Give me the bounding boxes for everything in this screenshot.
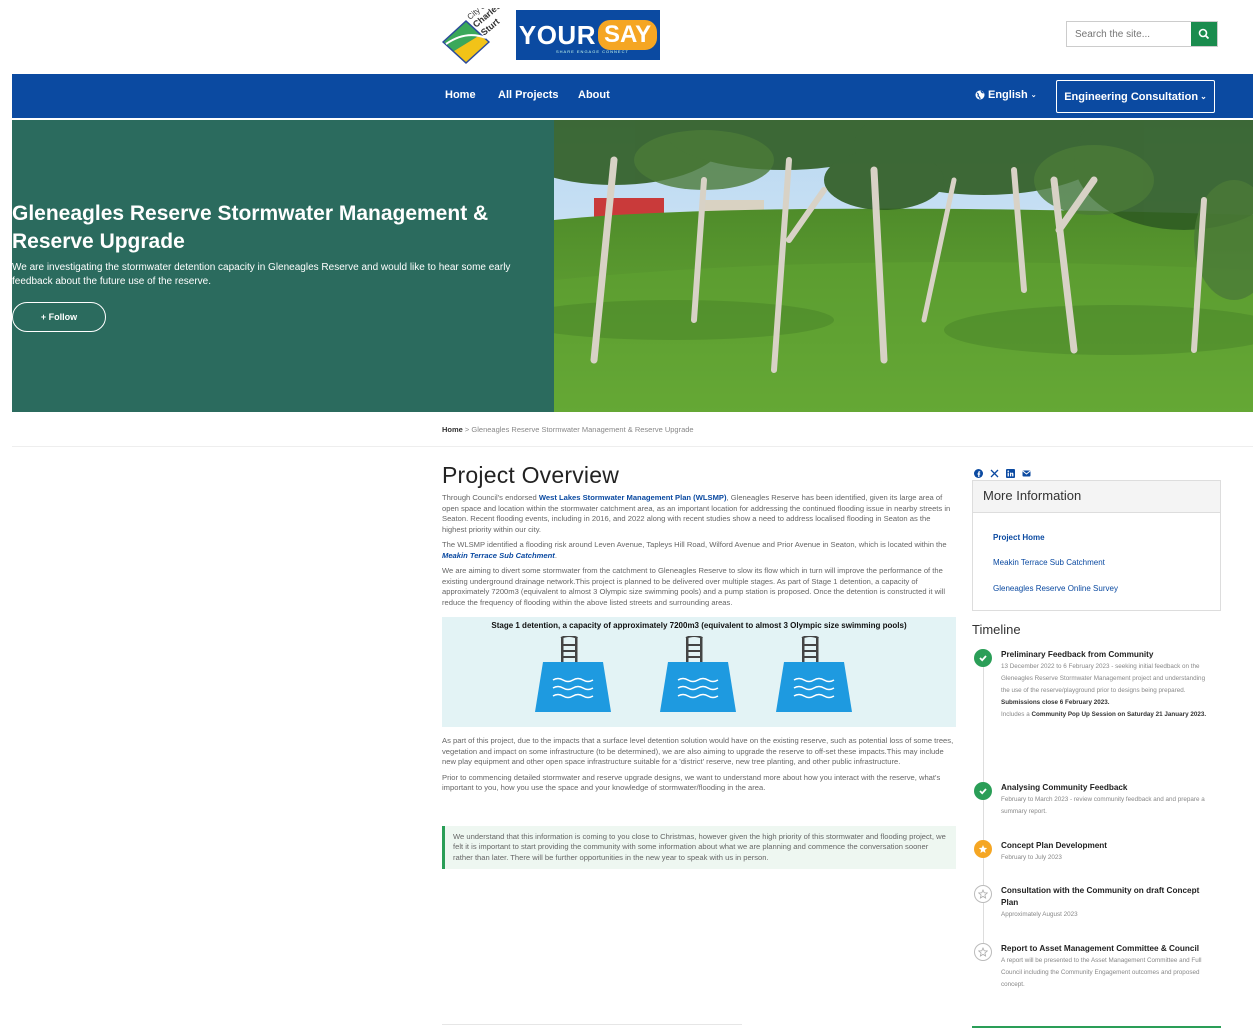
logo-your: YOUR [518, 19, 596, 50]
timeline-item-note: Submissions close 6 February 2023. [1001, 699, 1110, 706]
follow-button[interactable]: + Follow [12, 302, 106, 332]
check-icon [974, 782, 992, 800]
timeline-item-desc: A report will be presented to the Asset … [1001, 957, 1202, 988]
timeline-item-title: Preliminary Feedback from Community [1001, 650, 1154, 659]
stage-title: Stage 1 detention, a capacity of approxi… [491, 621, 907, 630]
facebook-icon[interactable] [974, 465, 983, 478]
timeline-item-desc: Approximately August 2023 [1001, 911, 1078, 918]
link-online-survey[interactable]: Gleneagles Reserve Online Survey [993, 584, 1118, 593]
pool-ladder-icon [535, 636, 611, 712]
yoursay-logo[interactable]: YOUR SAY SHARE ENGAGE CONNECT [516, 10, 660, 60]
notice-callout: We understand that this information is c… [442, 825, 956, 869]
paragraph-1: Through Council's endorsed West Lakes St… [442, 493, 956, 535]
check-icon [974, 649, 992, 667]
timeline-item-title: Consultation with the Community on draft… [1001, 886, 1200, 907]
timeline-item-desc: February to July 2023 [1001, 854, 1062, 861]
p2-text-a: The WLSMP identified a flooding risk aro… [442, 540, 947, 549]
main-content: Project Overview Through Council's endor… [442, 462, 956, 869]
chevron-down-icon: ⌄ [1200, 92, 1207, 101]
breadcrumb-current: Gleneagles Reserve Stormwater Management… [471, 425, 694, 434]
pool-ladder-icon [660, 636, 736, 712]
wlsmp-link[interactable]: West Lakes Stormwater Management Plan (W… [539, 493, 727, 502]
link-project-home[interactable]: Project Home [993, 533, 1045, 542]
timeline-item-desc: February to March 2023 - review communit… [1001, 796, 1205, 815]
timeline-title: Timeline [972, 622, 1021, 637]
hero-panel: Gleneagles Reserve Stormwater Management… [12, 120, 554, 412]
email-icon[interactable] [1022, 465, 1031, 477]
search-button[interactable] [1191, 22, 1217, 46]
hero-title: Gleneagles Reserve Stormwater Management… [12, 202, 489, 253]
meakin-terrace-link[interactable]: Meakin Terrace Sub Catchment [442, 551, 555, 560]
timeline-item-title: Report to Asset Management Committee & C… [1001, 944, 1200, 953]
paragraph-3: We are aiming to divert some stormwater … [442, 566, 946, 607]
p1-text-a: Through Council's endorsed [442, 493, 539, 502]
stage-1-infographic: Stage 1 detention, a capacity of approxi… [442, 617, 956, 727]
consultation-label: Engineering Consultation [1064, 90, 1199, 103]
timeline-item-title: Concept Plan Development [1001, 841, 1108, 850]
consultation-dropdown[interactable]: Engineering Consultation ⌄ [1056, 80, 1215, 113]
main-nav: Home All Projects About English ⌄ Engine… [12, 74, 1253, 118]
nav-all-projects[interactable]: All Projects [498, 89, 559, 101]
city-logo[interactable]: City of Charles Sturt [440, 0, 506, 68]
site-header: City of Charles Sturt YOUR SAY SHARE ENG… [0, 0, 1259, 74]
notice-text: We understand that this information is c… [453, 831, 946, 862]
x-icon[interactable] [990, 465, 999, 478]
divider [12, 446, 1253, 447]
timeline-item-title: Analysing Community Feedback [1001, 783, 1128, 792]
paragraph-2: The WLSMP identified a flooding risk aro… [442, 540, 956, 561]
timeline-connector [983, 857, 984, 885]
star-icon [974, 840, 992, 858]
language-selector[interactable]: English ⌄ [975, 89, 1037, 101]
share-icons [974, 465, 1031, 478]
p2-text-b: . [554, 550, 557, 560]
search-input[interactable] [1067, 22, 1193, 46]
language-label: English [988, 89, 1028, 101]
star-icon [974, 943, 992, 961]
paragraph-5: Prior to commencing detailed stormwater … [442, 772, 941, 793]
breadcrumb-home[interactable]: Home [442, 425, 463, 434]
nav-home[interactable]: Home [445, 89, 476, 101]
logo-say: SAY [597, 20, 658, 50]
link-meakin-terrace[interactable]: Meakin Terrace Sub Catchment [993, 558, 1105, 567]
timeline-connector [983, 903, 984, 943]
timeline-connector [983, 666, 984, 786]
page-title: Project Overview [442, 462, 620, 488]
logo-subtitle: SHARE ENGAGE CONNECT [556, 49, 629, 54]
chevron-down-icon: ⌄ [1030, 92, 1037, 99]
timeline-connector [983, 799, 984, 841]
star-icon [974, 885, 992, 903]
nav-about[interactable]: About [578, 89, 610, 101]
search-box [1066, 21, 1218, 47]
pool-ladder-icon [776, 636, 852, 712]
more-info-title: More Information [973, 481, 1220, 513]
more-information-panel: More Information Project Home Meakin Ter… [972, 480, 1221, 611]
paragraph-4: As part of this project, due to the impa… [442, 736, 954, 766]
breadcrumb: Home > Gleneagles Reserve Stormwater Man… [442, 425, 694, 434]
divider [972, 1026, 1221, 1028]
hero-description: We are investigating the stormwater dete… [12, 262, 511, 287]
timeline-item-desc: 13 December 2022 to 6 February 2023 - se… [1001, 663, 1206, 694]
hero-image [554, 120, 1253, 412]
linkedin-icon[interactable] [1006, 465, 1015, 478]
search-icon [1198, 28, 1210, 40]
globe-icon [975, 90, 985, 100]
timeline-item-note: Includes a Community Pop Up Session on S… [1001, 711, 1207, 718]
next-section-heading [442, 1020, 742, 1028]
